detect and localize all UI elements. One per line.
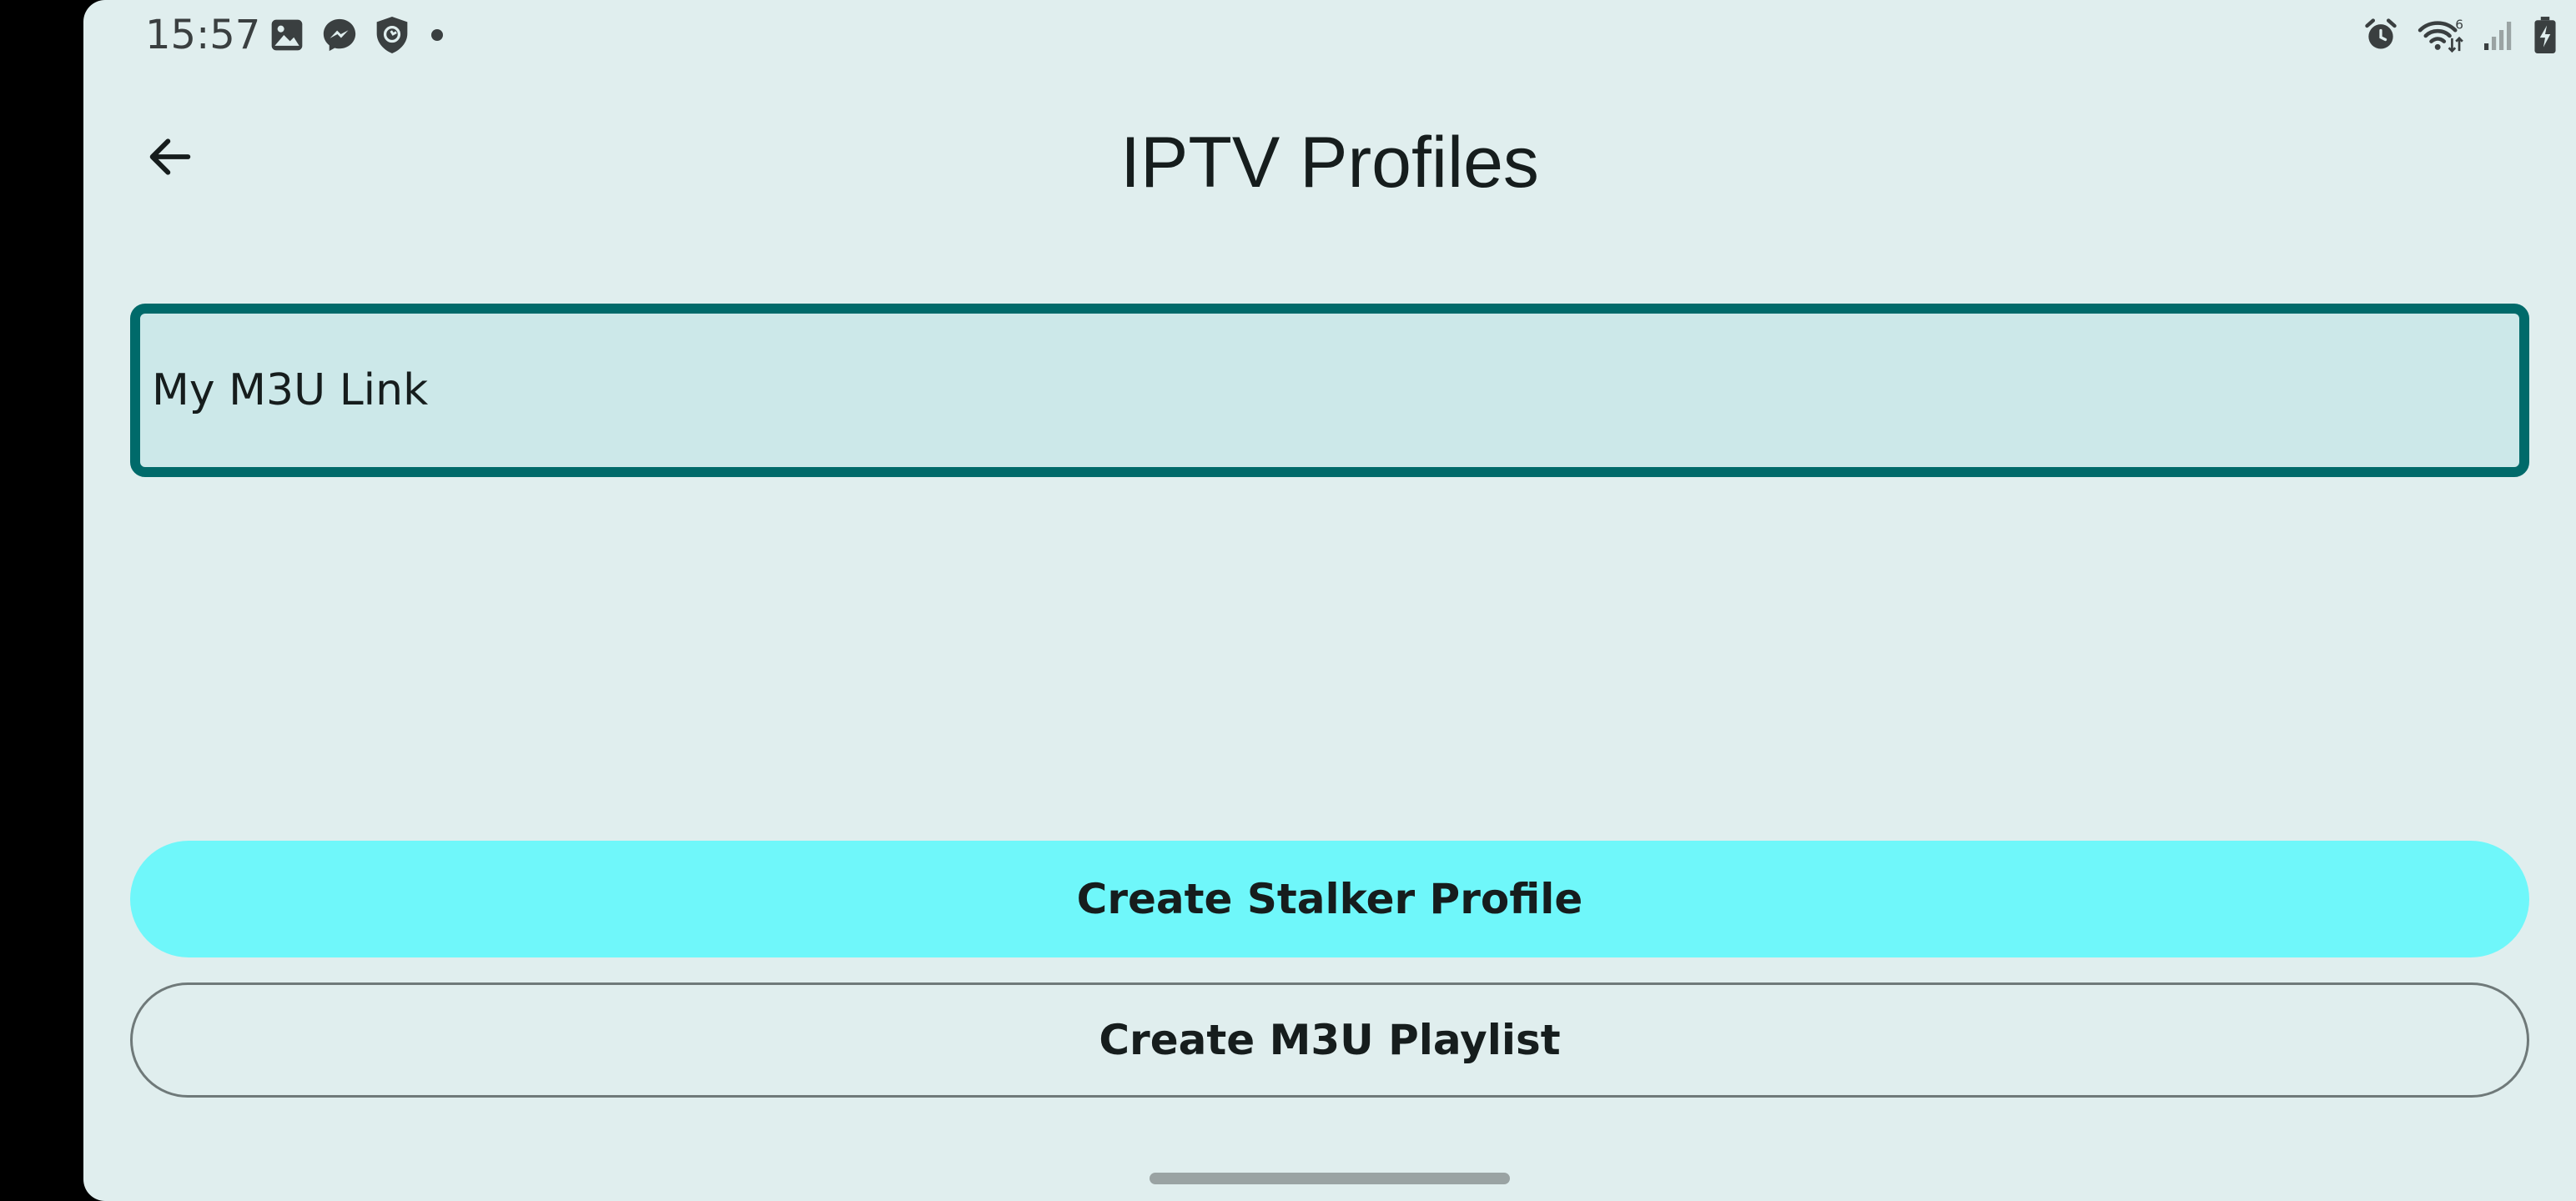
create-stalker-profile-button[interactable]: Create Stalker Profile: [130, 841, 2529, 957]
create-m3u-playlist-button[interactable]: Create M3U Playlist: [130, 982, 2529, 1098]
profile-name-value[interactable]: My M3U Link: [152, 365, 428, 415]
status-time: 15:57: [145, 12, 261, 58]
shield-icon: [374, 15, 410, 55]
battery-charging-icon: [2533, 16, 2558, 54]
gesture-navigation-handle[interactable]: [1150, 1173, 1510, 1184]
svg-text:6: 6: [2455, 17, 2463, 32]
messenger-icon: [320, 16, 359, 54]
create-m3u-playlist-label: Create M3U Playlist: [1099, 1016, 1561, 1064]
wifi-6-icon: 6: [2416, 16, 2466, 54]
alarm-icon: [2362, 17, 2399, 53]
notification-dot-icon: [425, 23, 449, 47]
status-right-icons: 6: [2362, 15, 2558, 55]
gallery-icon: [269, 17, 305, 53]
profile-name-field[interactable]: My M3U Link: [130, 304, 2529, 477]
cellular-signal-icon: [2483, 18, 2516, 52]
status-left-icons: [269, 15, 449, 55]
app-screen: 15:57 6 IPTV Profiles My M3U Link Create…: [83, 0, 2576, 1201]
status-bar: 15:57 6: [83, 0, 2576, 70]
page-title: IPTV Profiles: [1120, 123, 1539, 203]
create-stalker-profile-label: Create Stalker Profile: [1076, 875, 1583, 923]
screen-bezel: [0, 0, 83, 1201]
